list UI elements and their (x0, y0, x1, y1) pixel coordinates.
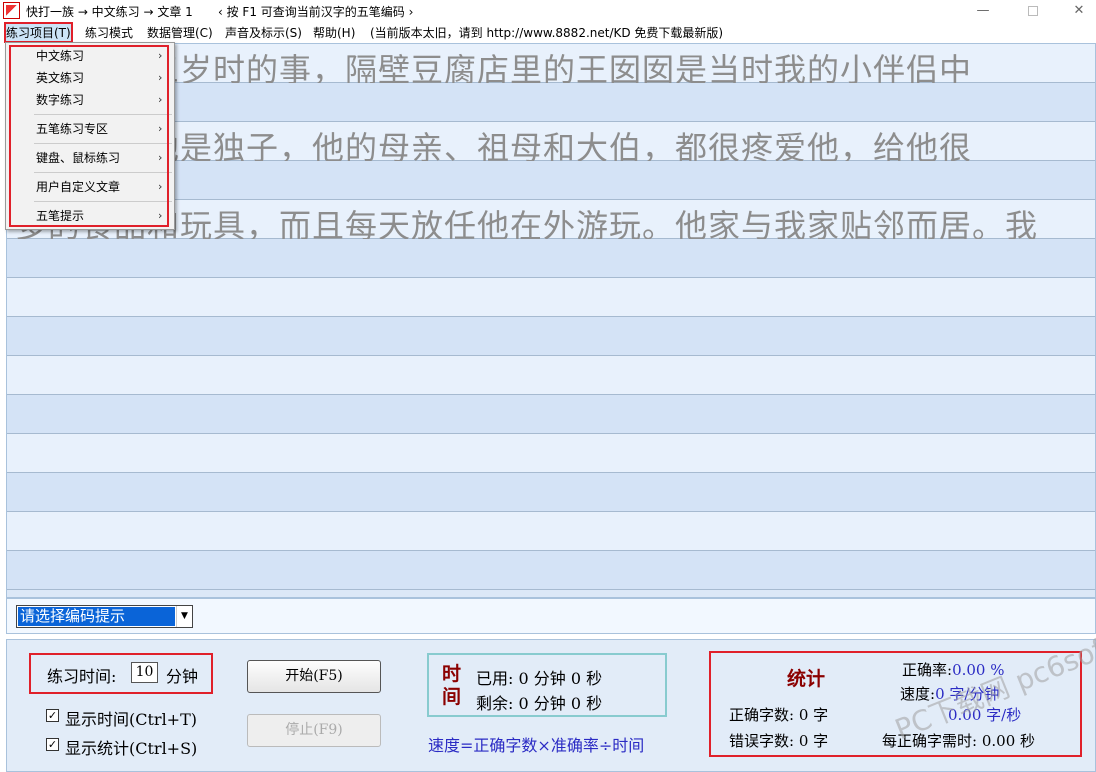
menu-separator (34, 114, 172, 115)
menu-separator (34, 201, 172, 202)
text-line (7, 434, 1095, 473)
chevron-right-icon: › (158, 49, 163, 62)
app-logo-icon (3, 2, 20, 19)
menu-practice-items[interactable]: 练习项目(T) (4, 22, 73, 43)
input-line[interactable] (7, 473, 1095, 512)
per-char-time-stat: 每正确字需时: 0.00 秒 (882, 730, 1035, 751)
encoding-hint-value: 请选择编码提示 (18, 607, 175, 626)
menu-item-label: 英文练习 (36, 71, 85, 85)
practice-time-label: 练习时间: (47, 667, 117, 686)
chevron-right-icon: › (158, 71, 163, 84)
menu-data-management[interactable]: 数据管理(C) (147, 24, 213, 41)
menu-item-keyboard-mouse[interactable]: 键盘、鼠标练习 › (6, 148, 174, 168)
maximize-icon (1028, 5, 1038, 16)
chevron-right-icon: › (158, 209, 163, 222)
maximize-button[interactable] (1010, 0, 1056, 21)
stats-title: 统计 (787, 668, 826, 690)
menu-item-label: 五笔练习专区 (36, 122, 109, 136)
text-line (7, 278, 1095, 317)
speed-value-per-second: 0.00 字/秒 (948, 706, 1022, 724)
text-line (7, 512, 1095, 551)
practice-time-unit: 分钟 (166, 667, 199, 686)
menu-item-label: 用户自定义文章 (36, 180, 121, 194)
per-char-time-label: 每正确字需时: (882, 732, 978, 750)
chevron-right-icon: › (158, 180, 163, 193)
menu-item-english-practice[interactable]: 英文练习 › (6, 68, 174, 88)
speed-stat-secondary: 0.00 字/秒 (948, 704, 1021, 725)
start-button[interactable]: 开始(F5) (247, 660, 381, 693)
menu-bar: 练习项目(T) 练习模式 数据管理(C) 声音及标示(S) 帮助(H) (当前版… (0, 21, 1096, 43)
menu-help[interactable]: 帮助(H) (313, 24, 355, 41)
speed-value-per-minute: 0 字/分钟 (935, 685, 1000, 703)
menu-separator (34, 143, 172, 144)
show-stats-checkbox[interactable]: ✓ (46, 738, 59, 751)
title-hint: ‹ 按 F1 可查询当前汉字的五笔编码 › (218, 5, 414, 19)
window-title: 快打一族 → 中文练习 → 文章 1 (26, 5, 193, 19)
chevron-right-icon: › (158, 151, 163, 164)
timer-title: 时间 (442, 663, 462, 708)
menu-item-label: 中文练习 (36, 49, 85, 63)
input-line[interactable] (7, 395, 1095, 434)
menu-item-wubi-zone[interactable]: 五笔练习专区 › (6, 119, 174, 139)
title-bar: 快打一族 → 中文练习 → 文章 1 ‹ 按 F1 可查询当前汉字的五笔编码 ›… (0, 0, 1096, 21)
accuracy-stat: 正确率:0.00 % (902, 659, 1004, 680)
close-button[interactable]: ✕ (1056, 0, 1096, 21)
time-used: 已用: 0 分钟 0 秒 (476, 669, 603, 688)
menu-item-label: 五笔提示 (36, 209, 85, 223)
text-line (7, 356, 1095, 395)
menu-item-chinese-practice[interactable]: 中文练习 › (6, 46, 174, 66)
speed-formula: 速度=正确字数×准确率÷时间 (428, 736, 645, 755)
chevron-right-icon: › (158, 93, 163, 106)
wrong-count-stat: 错误字数: 0 字 (729, 732, 829, 750)
update-notice[interactable]: (当前版本太旧，请到 http://www.8882.net/KD 免费下载最新… (370, 24, 723, 41)
menu-item-label: 键盘、鼠标练习 (36, 151, 121, 165)
input-line[interactable] (7, 551, 1095, 590)
show-time-label[interactable]: 显示时间(Ctrl+T) (65, 706, 197, 730)
menu-separator (34, 172, 172, 173)
chevron-right-icon: › (158, 122, 163, 135)
encoding-hint-select[interactable]: 请选择编码提示 ▼ (16, 605, 193, 628)
show-time-checkbox[interactable]: ✓ (46, 709, 59, 722)
show-stats-label[interactable]: 显示统计(Ctrl+S) (65, 735, 197, 759)
input-line[interactable] (7, 239, 1095, 278)
speed-label: 速度: (900, 685, 936, 703)
input-line[interactable] (7, 317, 1095, 356)
menu-practice-mode[interactable]: 练习模式 (85, 24, 133, 41)
menu-sound-marks[interactable]: 声音及标示(S) (225, 24, 302, 41)
minimize-button[interactable]: — (960, 0, 1006, 21)
per-char-time-value: 0.00 秒 (981, 732, 1036, 750)
menu-item-custom-article[interactable]: 用户自定义文章 › (6, 177, 174, 197)
accuracy-label: 正确率: (902, 661, 953, 679)
stop-button[interactable]: 停止(F9) (247, 714, 381, 747)
correct-count-stat: 正确字数: 0 字 (729, 706, 829, 724)
accuracy-value: 0.00 % (952, 661, 1005, 679)
practice-time-input[interactable]: 10 (131, 662, 158, 683)
menu-item-number-practice[interactable]: 数字练习 › (6, 90, 174, 110)
menu-item-label: 数字练习 (36, 93, 85, 107)
practice-items-dropdown: 中文练习 › 英文练习 › 数字练习 › 五笔练习专区 › 键盘、鼠标练习 › 用户自定义… (5, 42, 175, 230)
dropdown-arrow-icon[interactable]: ▼ (176, 606, 192, 627)
menu-item-wubi-hint[interactable]: 五笔提示 › (6, 206, 174, 226)
speed-stat: 速度:0 字/分钟 (900, 683, 999, 704)
time-remaining: 剩余: 0 分钟 0 秒 (476, 694, 603, 713)
